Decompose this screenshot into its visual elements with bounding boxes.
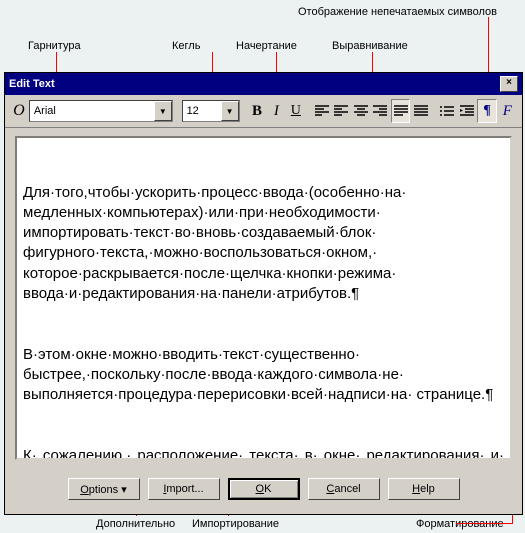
- button-bar: Options ▾ Import... OK Cancel Help: [5, 468, 522, 514]
- edit-text-dialog: Edit Text × O ▼ ▼ B I U: [4, 72, 523, 515]
- align-center-button[interactable]: [352, 100, 369, 122]
- options-label: Options: [80, 484, 118, 496]
- indent-icon: [459, 104, 475, 118]
- font-family-input[interactable]: [30, 102, 154, 120]
- import-label: Import...: [163, 483, 203, 495]
- ok-label: OK: [256, 483, 272, 495]
- show-nonprinting-button[interactable]: ¶: [477, 99, 496, 123]
- connector-line: [456, 523, 513, 524]
- paragraph-3: К· сожалению,· расположение· текста· в· …: [23, 446, 504, 460]
- label-font-size: Кегль: [172, 40, 200, 52]
- align-justify-button[interactable]: [391, 99, 410, 123]
- underline-button[interactable]: U: [287, 100, 304, 122]
- titlebar: Edit Text ×: [5, 73, 522, 95]
- label-nonprinting: Отображение непечатаемых символов: [298, 6, 497, 18]
- align-justify-icon: [393, 104, 409, 118]
- font-family-dropdown-button[interactable]: ▼: [154, 101, 172, 121]
- import-button[interactable]: Import...: [148, 478, 220, 500]
- help-label: Help: [412, 483, 435, 495]
- bold-button[interactable]: B: [248, 100, 265, 122]
- label-style: Начертание: [236, 40, 297, 52]
- align-right-button[interactable]: [372, 100, 389, 122]
- font-preview-icon: O: [11, 101, 27, 121]
- chevron-down-icon: ▾: [121, 484, 127, 496]
- italic-button[interactable]: I: [268, 100, 285, 122]
- help-button[interactable]: Help: [388, 478, 460, 500]
- align-left-button[interactable]: [333, 100, 350, 122]
- label-options: Дополнительно: [96, 518, 175, 530]
- bullet-list-icon: [439, 104, 455, 118]
- label-alignment: Выравнивание: [332, 40, 408, 52]
- label-font-family: Гарнитура: [28, 40, 81, 52]
- paragraph-1: Для·того,чтобы·ускорить·процесс·ввода·(о…: [23, 183, 504, 305]
- format-button[interactable]: F: [499, 100, 516, 122]
- text-area[interactable]: Для·того,чтобы·ускорить·процесс·ввода·(о…: [15, 136, 512, 460]
- font-size-input[interactable]: [183, 102, 221, 120]
- paragraph-2: В·этом·окне·можно·вводить·текст·существе…: [23, 345, 504, 406]
- dialog-title: Edit Text: [9, 78, 55, 90]
- ok-button[interactable]: OK: [228, 478, 300, 500]
- align-center-icon: [353, 104, 369, 118]
- align-force-justify-icon: [413, 104, 429, 118]
- align-none-icon: [314, 104, 330, 118]
- font-family-combo[interactable]: ▼: [29, 100, 173, 122]
- indent-button[interactable]: [458, 100, 475, 122]
- align-left-icon: [333, 104, 349, 118]
- toolbar: O ▼ ▼ B I U: [5, 95, 522, 128]
- cancel-button[interactable]: Cancel: [308, 478, 380, 500]
- align-right-icon: [372, 104, 388, 118]
- options-button[interactable]: Options ▾: [68, 478, 140, 500]
- text-content[interactable]: Для·того,чтобы·ускорить·процесс·ввода·(о…: [17, 138, 510, 460]
- font-size-dropdown-button[interactable]: ▼: [221, 101, 239, 121]
- label-formatting: Форматирование: [416, 518, 504, 530]
- cancel-label: Cancel: [326, 483, 360, 495]
- align-force-justify-button[interactable]: [412, 100, 429, 122]
- close-button[interactable]: ×: [500, 76, 518, 92]
- font-size-combo[interactable]: ▼: [182, 100, 240, 122]
- align-none-button[interactable]: [313, 100, 330, 122]
- bullet-list-button[interactable]: [438, 100, 455, 122]
- label-import: Импортирование: [192, 518, 279, 530]
